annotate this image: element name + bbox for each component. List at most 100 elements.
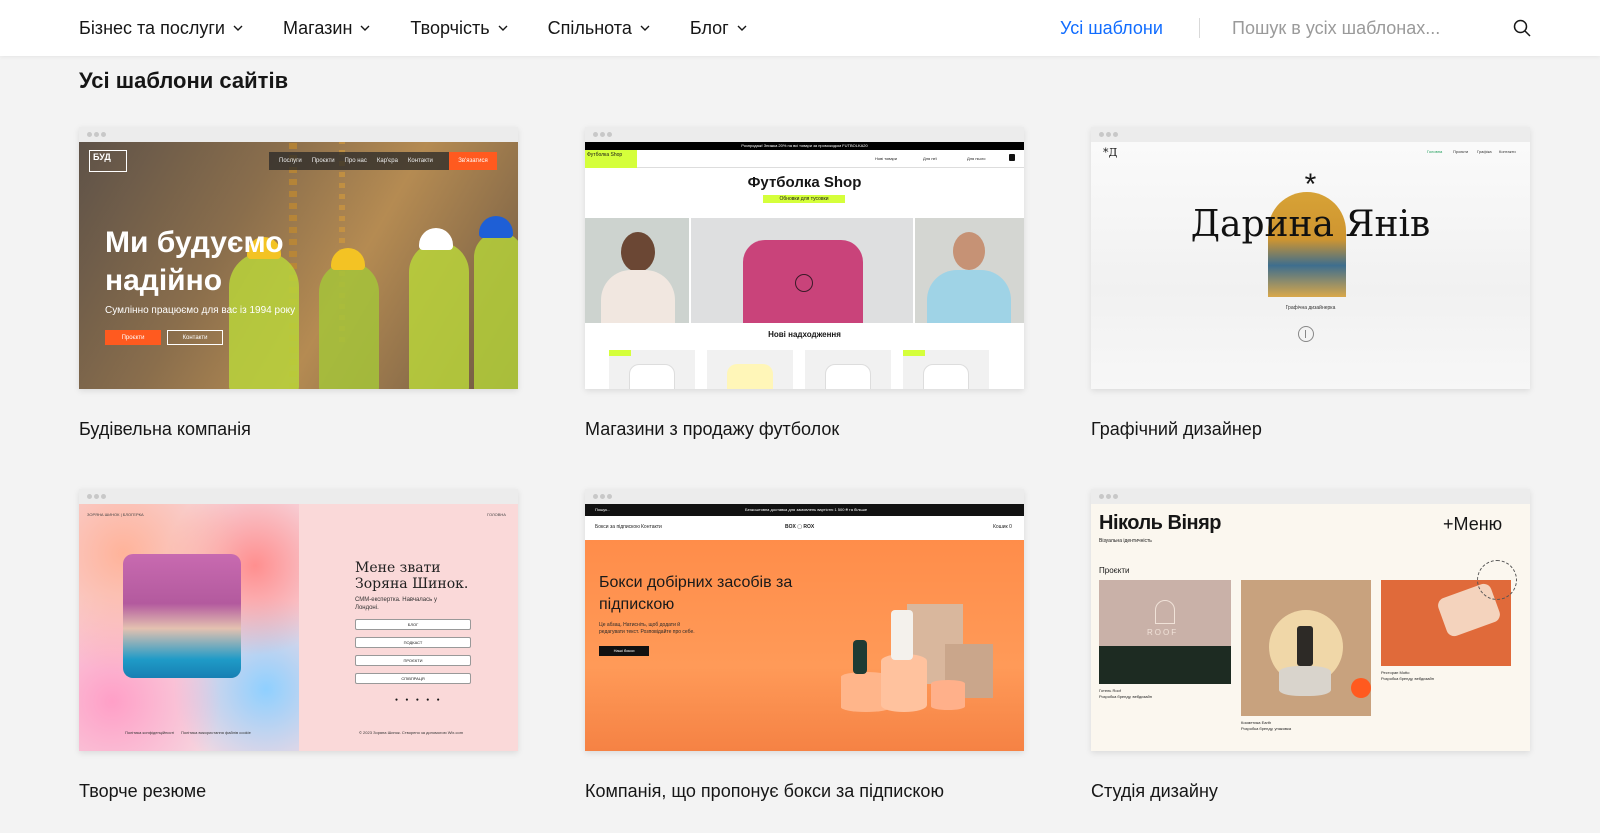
preview-heading: Мене звати Зоряна Шинок. — [355, 560, 469, 592]
menu-item-business[interactable]: Бізнес та послуги — [79, 18, 243, 39]
template-card-creative-resume: ЗОРЯНА ШИНОК | БЛОГЕРКА ГОЛОВНА Мене зва… — [79, 489, 518, 802]
preview-nav-item: ГОЛОВНА — [487, 512, 506, 517]
template-thumbnail[interactable]: Ніколь Віняр Візуальна ідентичність +Мен… — [1091, 489, 1530, 751]
project-desc: Розробка бренду, вебдизайн — [1099, 694, 1152, 699]
preview-header: Футболка Shop Нові товари Для неї Для нь… — [585, 150, 1024, 168]
all-templates-link[interactable]: Усі шаблони — [1060, 0, 1163, 56]
template-thumbnail[interactable]: ЗОРЯНА ШИНОК | БЛОГЕРКА ГОЛОВНА Мене зва… — [79, 489, 518, 751]
template-name[interactable]: Творче резюме — [79, 781, 518, 802]
preview-photo — [585, 218, 689, 323]
preview-logo: *Д — [1103, 146, 1118, 159]
preview-caption: Готель Roof Розробка бренду, вебдизайн — [1099, 688, 1152, 700]
preview-promo: Розпродаж! Знижка 20% на всі товари за п… — [585, 142, 1024, 150]
preview-nav: Послуги Проєкти Про нас Кар'єра Контакти… — [269, 152, 497, 170]
preview-logo: BOX ▢ ROX — [785, 524, 815, 530]
preview-nav-item: Контакти — [407, 158, 433, 164]
template-thumbnail[interactable]: *Д Головна Проєкти Графіка Контакти * Да… — [1091, 127, 1530, 389]
project-title: Косметика Earth — [1241, 720, 1272, 725]
menu-item-blog[interactable]: Блог — [690, 18, 747, 39]
template-preview: Ніколь Віняр Візуальна ідентичність +Мен… — [1091, 504, 1530, 751]
preview-caption: Ресторан Motto Розробка бренду, вебдизайн — [1381, 670, 1434, 682]
template-name[interactable]: Магазини з продажу футболок — [585, 419, 1024, 440]
social-icons: ● ● ● ● ● — [395, 697, 443, 703]
project-title: Готель Roof — [1099, 688, 1121, 693]
preview-heading: Бокси добірних засобів за підпискою — [599, 574, 793, 613]
preview-cart: Кошик 0 — [993, 524, 1012, 530]
preview-button: Контакти — [167, 330, 223, 345]
preview-nav-item: Для нього — [967, 156, 986, 161]
preview-photo — [123, 554, 241, 678]
preview-asterisk: * — [1304, 168, 1317, 201]
template-thumbnail[interactable]: БУД Послуги Проєкти Про нас Кар'єра Конт… — [79, 127, 518, 389]
preview-link-button: БЛОГ — [355, 619, 471, 630]
preview-subheading: Графічна дизайнерка — [1285, 305, 1336, 311]
page-title: Усі шаблони сайтів — [79, 68, 289, 93]
menu-item-label: Бізнес та послуги — [79, 17, 225, 38]
preview-heading: Ми будуємо надійно — [105, 226, 284, 297]
preview-nav-item: Бокси за підпискою — [595, 524, 640, 530]
preview-nav-item: Проєкти — [311, 158, 335, 164]
menu-item-label: Творчість — [410, 17, 490, 38]
preview-section-title: Проєкти — [1099, 566, 1130, 575]
template-preview: Пошук... Безкоштовна доставка для замовл… — [585, 504, 1024, 751]
preview-description: Це абзац. Натисніть, щоб додати й редагу… — [599, 622, 695, 635]
preview-pill: Обновки для тусовки — [763, 195, 845, 203]
top-navigation: Бізнес та послуги Магазин Творчість Спіл… — [0, 0, 1600, 56]
template-thumbnail[interactable]: Пошук... Безкоштовна доставка для замовл… — [585, 489, 1024, 751]
template-name[interactable]: Будівельна компанія — [79, 419, 518, 440]
preview-photo — [1241, 580, 1371, 716]
preview-section-title: Нові надходження — [768, 330, 841, 339]
chevron-down-icon — [737, 25, 747, 31]
chevron-down-icon — [498, 25, 508, 31]
project-desc: Розробка бренду, упаковка — [1241, 726, 1292, 731]
preview-cta: Зв'язатися — [449, 152, 497, 170]
preview-photo — [691, 218, 913, 323]
template-preview: ЗОРЯНА ШИНОК | БЛОГЕРКА ГОЛОВНА Мене зва… — [79, 504, 518, 751]
chevron-down-icon — [640, 25, 650, 31]
template-name[interactable]: Компанія, що пропонує бокси за підпискою — [585, 781, 1024, 802]
browser-bar — [79, 127, 518, 142]
bag-icon — [1009, 154, 1015, 161]
preview-footer-link: Політика конфіденційності — [125, 730, 175, 735]
preview-nav-item: Про нас — [344, 158, 367, 164]
preview-footer-link: Політика використання файлів cookie — [181, 730, 251, 735]
template-card-graphic-designer: *Д Головна Проєкти Графіка Контакти * Да… — [1091, 127, 1530, 440]
category-menu: Бізнес та послуги Магазин Творчість Спіл… — [79, 0, 787, 56]
preview-footer-text: © 2023 Зоряна Шинок. Створено за допомог… — [359, 730, 464, 735]
badge-icon — [1477, 560, 1517, 600]
search-input[interactable] — [1232, 12, 1502, 44]
preview-nav-item: Нові товари — [875, 156, 898, 161]
preview-button: Наші бокси — [599, 646, 649, 656]
menu-item-label: Блог — [689, 17, 729, 38]
preview-nav-item: Контакти — [1499, 149, 1516, 154]
template-name[interactable]: Студія дизайну — [1091, 781, 1530, 802]
preview-logo: ЗОРЯНА ШИНОК | БЛОГЕРКА — [87, 512, 144, 517]
preview-nav-item: Послуги — [279, 158, 302, 164]
preview-heading: Ніколь Віняр — [1099, 512, 1222, 534]
preview-caption: СММ-експертка. Навчалась у Лондоні. — [355, 597, 437, 611]
preview-nav-item: Кар'єра — [376, 158, 398, 164]
search-icon[interactable] — [1510, 16, 1534, 40]
browser-bar — [1091, 127, 1530, 142]
preview-link-button: ПРОЄКТИ — [355, 655, 471, 666]
template-thumbnail[interactable]: Розпродаж! Знижка 20% на всі товари за п… — [585, 127, 1024, 389]
divider — [1199, 18, 1200, 38]
menu-item-label: Магазин — [282, 17, 353, 38]
preview-nav-item: Контакти — [641, 524, 662, 530]
template-preview: Розпродаж! Знижка 20% на всі товари за п… — [585, 142, 1024, 389]
preview-subheading: Візуальна ідентичність — [1099, 538, 1152, 544]
project-desc: Розробка бренду, вебдизайн — [1381, 676, 1434, 681]
preview-promo: Пошук... Безкоштовна доставка для замовл… — [585, 504, 1024, 516]
preview-logo: Футболка Shop — [585, 150, 637, 168]
menu-item-creative[interactable]: Творчість — [410, 17, 508, 39]
preview-nav-item: Графіка — [1477, 149, 1492, 154]
menu-item-store[interactable]: Магазин — [283, 18, 370, 39]
preview-caption: Косметика Earth Розробка бренду, упаковка — [1241, 720, 1291, 732]
menu-item-community[interactable]: Спільнота — [548, 18, 650, 39]
preview-menu: +Меню — [1443, 514, 1503, 534]
browser-bar — [1091, 489, 1530, 504]
preview-photo — [915, 218, 1024, 323]
template-name[interactable]: Графічний дизайнер — [1091, 419, 1530, 440]
preview-nav-item: Для неї — [923, 156, 937, 161]
chevron-down-icon — [360, 25, 370, 31]
